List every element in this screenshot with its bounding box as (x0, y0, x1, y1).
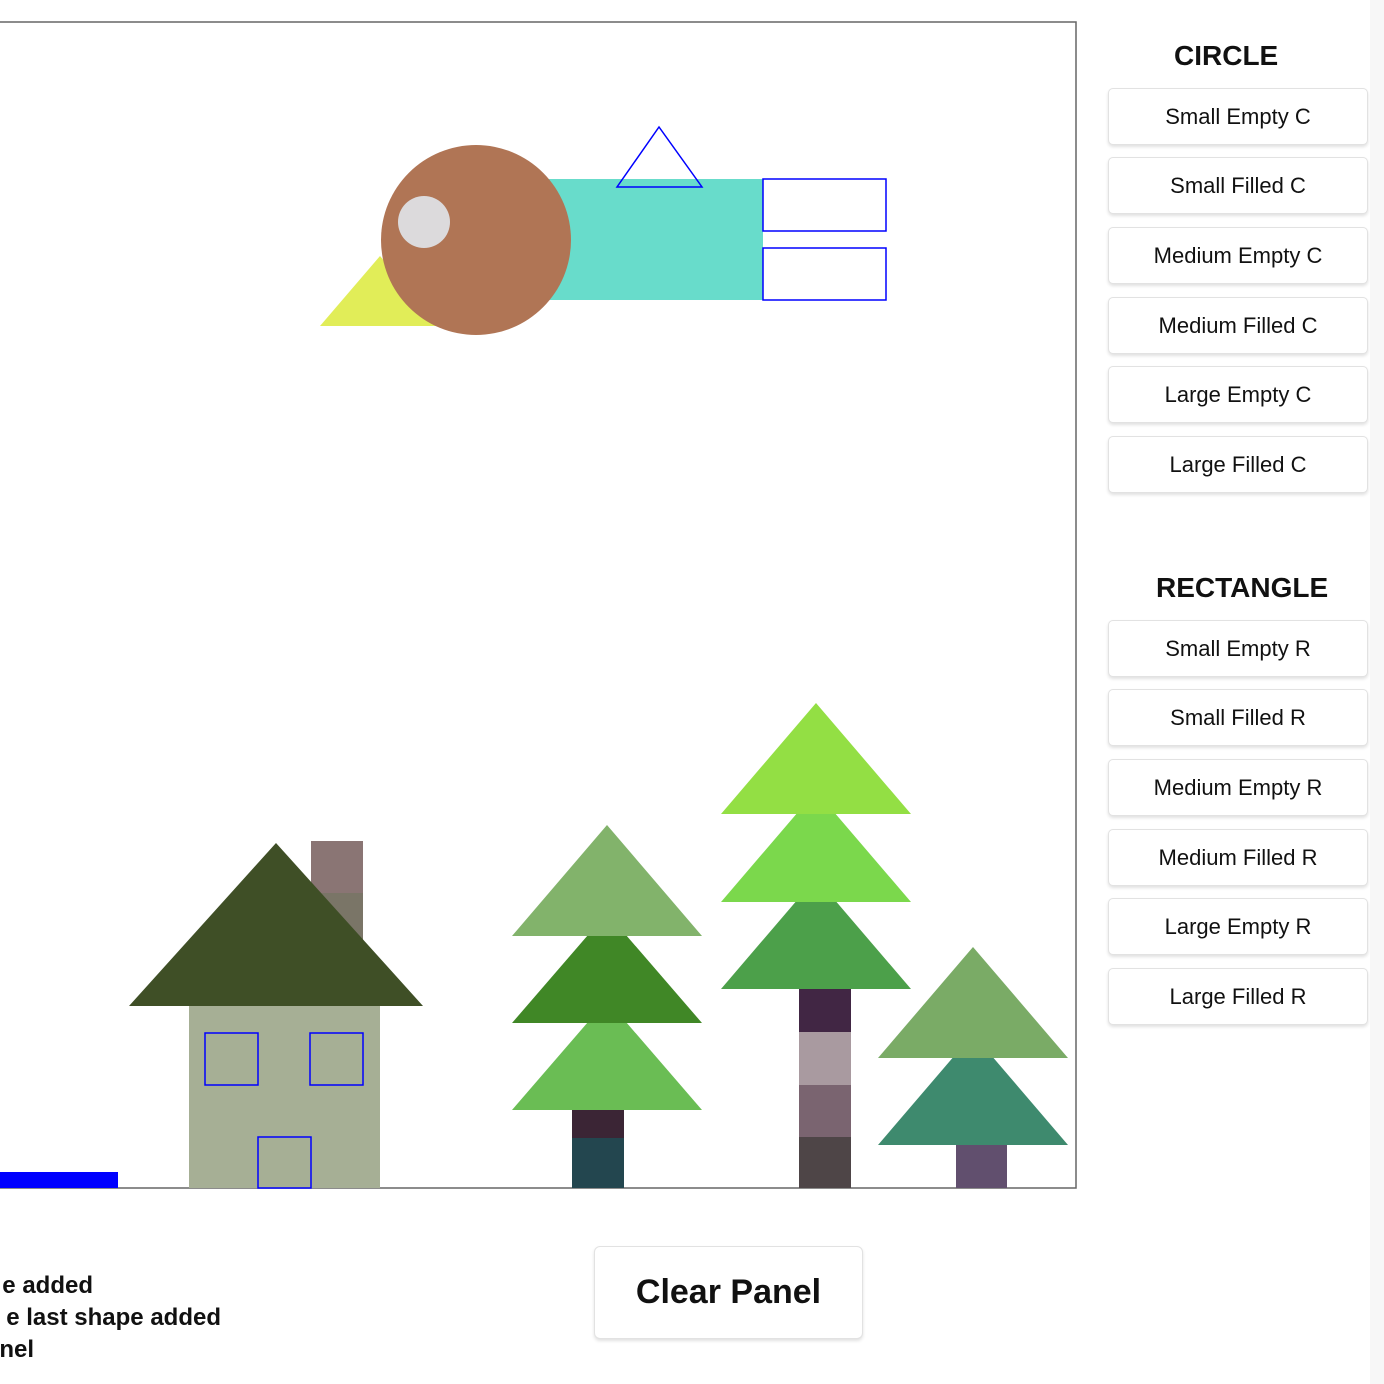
tree-2-trunk-segment-1 (799, 989, 851, 1032)
circle-section-title: CIRCLE (1174, 40, 1279, 71)
blue-line-shape (0, 1172, 118, 1188)
help-text-line-3: nel (0, 1336, 34, 1363)
large-filled-rectangle-button[interactable]: Large Filled R (1108, 968, 1368, 1025)
medium-filled-rectangle-button[interactable]: Medium Filled R (1108, 829, 1368, 886)
medium-empty-circle-button[interactable]: Medium Empty C (1108, 227, 1368, 284)
tree-2-trunk-segment-2 (799, 1032, 851, 1085)
large-empty-circle-button[interactable]: Large Empty C (1108, 366, 1368, 423)
tree-1-trunk-bottom (572, 1138, 624, 1188)
chimney-top-block (311, 841, 363, 893)
large-filled-circle-button[interactable]: Large Filled C (1108, 436, 1368, 493)
scrollbar-track[interactable] (1370, 0, 1384, 1384)
tree-2-trunk-segment-3 (799, 1085, 851, 1137)
tree-3-trunk (956, 1145, 1007, 1188)
small-empty-rectangle-button[interactable]: Small Empty R (1108, 620, 1368, 677)
bird-body-rect (540, 179, 763, 300)
help-text-line-2: e last shape added (6, 1304, 221, 1331)
bird-eye-circle (398, 196, 450, 248)
small-empty-circle-button[interactable]: Small Empty C (1108, 88, 1368, 145)
tree-2-trunk-segment-4 (799, 1137, 851, 1188)
medium-filled-circle-button[interactable]: Medium Filled C (1108, 297, 1368, 354)
small-filled-rectangle-button[interactable]: Small Filled R (1108, 689, 1368, 746)
small-filled-circle-button[interactable]: Small Filled C (1108, 157, 1368, 214)
medium-empty-rectangle-button[interactable]: Medium Empty R (1108, 759, 1368, 816)
tree-1-trunk-top (572, 1110, 624, 1138)
help-text-line-1: e added (2, 1272, 93, 1299)
large-empty-rectangle-button[interactable]: Large Empty R (1108, 898, 1368, 955)
rectangle-section-title: RECTANGLE (1156, 572, 1329, 603)
clear-panel-button[interactable]: Clear Panel (594, 1246, 863, 1339)
